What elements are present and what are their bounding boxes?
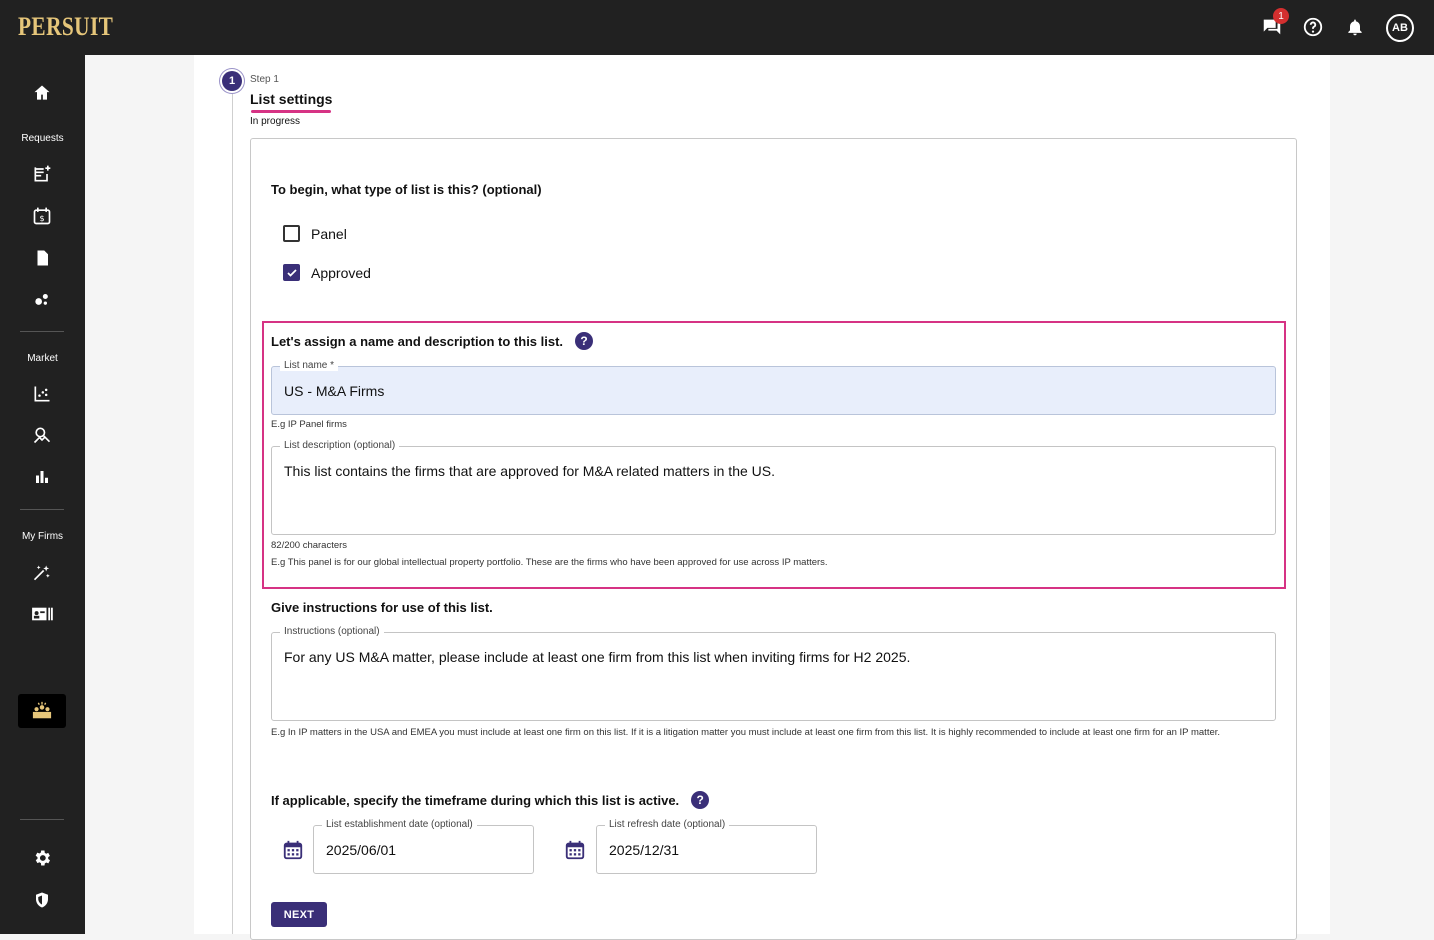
step-label: Step 1 [250, 74, 279, 85]
description-char-count: 82/200 characters [271, 540, 348, 551]
sidebar-divider [20, 331, 64, 332]
establishment-date-label: List establishment date (optional) [322, 819, 477, 830]
instructions-value: For any US M&A matter, please include at… [284, 649, 911, 665]
name-section-heading: Let's assign a name and description to t… [271, 333, 564, 349]
list-name-value: US - M&A Firms [284, 383, 385, 399]
name-section-heading-row: Let's assign a name and description to t… [271, 332, 594, 350]
approved-checkbox[interactable] [283, 264, 300, 281]
analytics-icon[interactable] [27, 420, 57, 450]
list-name-input[interactable]: List name * US - M&A Firms [271, 360, 1276, 415]
sidebar-section-market: Market [27, 353, 58, 364]
instructions-label: Instructions (optional) [280, 626, 384, 637]
sidebar-section-requests: Requests [21, 133, 64, 144]
new-request-icon[interactable] [27, 159, 57, 189]
sidebar: Requests $ Market My Firms [0, 55, 85, 934]
sparkle-icon[interactable] [27, 558, 57, 588]
list-name-label: List name * [280, 360, 339, 371]
list-name-hint: E.g IP Panel firms [271, 419, 347, 430]
approved-checkbox-label: Approved [311, 264, 371, 281]
next-button[interactable]: NEXT [271, 902, 327, 927]
panel-checkbox-row[interactable]: Panel [283, 225, 347, 242]
step-number-badge: 1 [222, 71, 242, 91]
list-description-label: List description (optional) [280, 440, 400, 451]
list-type-question: To begin, what type of list is this? (op… [271, 182, 542, 197]
sidebar-divider [20, 509, 64, 510]
timeframe-heading: If applicable, specify the timeframe dur… [271, 792, 680, 808]
top-bar: PERSUIT 1 AB [0, 0, 1434, 55]
step-title-underline [251, 110, 331, 113]
chat-icon[interactable]: 1 [1259, 8, 1289, 40]
approved-checkbox-row[interactable]: Approved [283, 264, 371, 281]
step-status: In progress [250, 116, 301, 127]
timeframe-help-icon[interactable]: ? [691, 791, 710, 809]
instructions-textarea[interactable]: Instructions (optional) For any US M&A m… [271, 626, 1276, 721]
panel-checkbox[interactable] [283, 225, 300, 242]
bubbles-icon[interactable] [27, 284, 57, 314]
settings-icon[interactable] [27, 843, 57, 873]
help-icon[interactable] [1300, 14, 1326, 40]
name-help-icon[interactable]: ? [575, 332, 594, 350]
persuit-logo[interactable]: PERSUIT [18, 12, 113, 42]
svg-text:$: $ [39, 213, 44, 223]
panel-list-icon[interactable] [18, 694, 66, 728]
firm-card-icon[interactable] [27, 599, 57, 629]
panel-checkbox-label: Panel [311, 225, 347, 242]
list-description-value: This list contains the firms that are ap… [284, 463, 775, 479]
instructions-heading: Give instructions for use of this list. [271, 600, 493, 615]
check-icon [286, 268, 297, 277]
establishment-date-value: 2025/06/01 [326, 842, 397, 858]
refresh-date-label: List refresh date (optional) [605, 819, 730, 830]
timeframe-heading-row: If applicable, specify the timeframe dur… [271, 791, 710, 809]
scatter-chart-icon[interactable] [27, 379, 57, 409]
bell-icon[interactable] [1342, 14, 1368, 40]
establishment-date-input[interactable]: List establishment date (optional) 2025/… [313, 819, 534, 874]
calendar-icon[interactable] [564, 839, 586, 861]
instructions-hint: E.g In IP matters in the USA and EMEA yo… [271, 727, 1221, 738]
bar-chart-icon[interactable] [27, 462, 57, 492]
calendar-icon[interactable] [282, 839, 304, 861]
notification-badge: 1 [1273, 8, 1289, 24]
list-description-textarea[interactable]: List description (optional) This list co… [271, 440, 1276, 535]
document-icon[interactable] [27, 243, 57, 273]
sidebar-divider [20, 819, 64, 820]
sidebar-section-my-firms: My Firms [21, 531, 64, 542]
user-avatar[interactable]: AB [1386, 14, 1414, 42]
refresh-date-value: 2025/12/31 [609, 842, 680, 858]
step-title[interactable]: List settings [250, 91, 332, 107]
stepper-line [232, 91, 233, 934]
refresh-date-input[interactable]: List refresh date (optional) 2025/12/31 [596, 819, 817, 874]
home-icon[interactable] [27, 78, 57, 108]
description-hint: E.g This panel is for our global intelle… [271, 557, 828, 568]
calendar-dollar-icon[interactable]: $ [27, 201, 57, 231]
shield-icon[interactable] [27, 885, 57, 915]
